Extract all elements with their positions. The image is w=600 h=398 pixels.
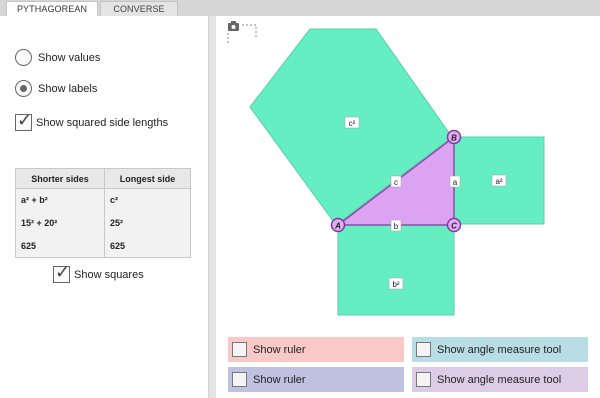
show-squares-label: Show squares <box>74 268 144 281</box>
show-angle-tool-checkbox-top[interactable] <box>416 342 431 357</box>
vertex-a[interactable]: A <box>330 217 346 233</box>
tab-pythagorean[interactable]: PYTHAGOREAN <box>6 1 98 16</box>
square-b <box>337 224 455 316</box>
panel-divider <box>208 16 216 398</box>
vertex-c-label: C <box>451 222 457 231</box>
square-a-label: a² <box>495 177 502 186</box>
show-angle-tool-button-top[interactable]: Show angle measure tool <box>412 337 588 362</box>
side-a-label: a <box>453 178 458 187</box>
checkmark-icon: ✓ <box>55 262 71 283</box>
show-values-radio[interactable] <box>15 49 32 66</box>
show-values-label: Show values <box>38 51 101 64</box>
show-labels-label: Show labels <box>38 82 98 95</box>
table-cell: 25² <box>104 211 191 235</box>
table-row: 625 625 <box>14 234 191 258</box>
table-cell: 625 <box>104 234 191 258</box>
square-b-label: b² <box>392 280 399 289</box>
checkmark-icon: ✓ <box>17 110 33 131</box>
table-row: a² + b² c² <box>14 188 191 212</box>
table-cell: 625 <box>14 234 106 258</box>
show-ruler-label-bottom: Show ruler <box>253 373 306 386</box>
table-cell: 15² + 20² <box>14 211 106 235</box>
show-angle-tool-label-bottom: Show angle measure tool <box>437 373 562 386</box>
square-c-label: c² <box>349 119 356 128</box>
show-squared-label: Show squared side lengths <box>36 116 169 129</box>
geometry-canvas: c² a² b² c a b A B C Show ruler Show ang <box>216 16 600 398</box>
show-angle-tool-label-top: Show angle measure tool <box>437 343 562 356</box>
vertex-c[interactable]: C <box>446 217 462 233</box>
table-header-longest: Longest side <box>104 168 191 189</box>
side-b-label: b <box>394 222 399 231</box>
show-squared-option[interactable]: ✓ Show squared side lengths <box>15 110 169 131</box>
camera-icon[interactable] <box>227 21 257 44</box>
table-row: 15² + 20² 25² <box>14 211 191 235</box>
show-ruler-label-top: Show ruler <box>253 343 306 356</box>
vertex-b-label: B <box>451 134 457 143</box>
vertex-a-label: A <box>334 222 341 231</box>
tab-converse[interactable]: CONVERSE <box>100 1 178 16</box>
show-ruler-checkbox-bottom[interactable] <box>232 372 247 387</box>
side-c-label: c <box>394 178 398 187</box>
show-labels-radio[interactable] <box>15 80 32 97</box>
show-squares-option[interactable]: ✓ Show squares <box>53 262 144 283</box>
show-angle-tool-checkbox-bottom[interactable] <box>416 372 431 387</box>
show-squares-checkbox[interactable]: ✓ <box>53 262 71 283</box>
show-labels-option[interactable]: Show labels <box>15 80 97 97</box>
show-squared-checkbox[interactable]: ✓ <box>15 110 33 131</box>
table-header-shorter: Shorter sides <box>14 168 106 189</box>
table-cell: c² <box>104 188 191 212</box>
tab-bar: PYTHAGOREAN CONVERSE <box>0 0 600 16</box>
table-cell: a² + b² <box>14 188 106 212</box>
show-ruler-button-bottom[interactable]: Show ruler <box>228 367 404 392</box>
show-ruler-button-top[interactable]: Show ruler <box>228 337 404 362</box>
control-panel: Show values Show labels ✓ Show squared s… <box>0 16 208 398</box>
show-ruler-checkbox-top[interactable] <box>232 342 247 357</box>
show-angle-tool-button-bottom[interactable]: Show angle measure tool <box>412 367 588 392</box>
vertex-b[interactable]: B <box>446 129 462 145</box>
show-values-option[interactable]: Show values <box>15 49 100 66</box>
side-lengths-table: Shorter sides Longest side a² + b² c² 15… <box>14 168 191 258</box>
